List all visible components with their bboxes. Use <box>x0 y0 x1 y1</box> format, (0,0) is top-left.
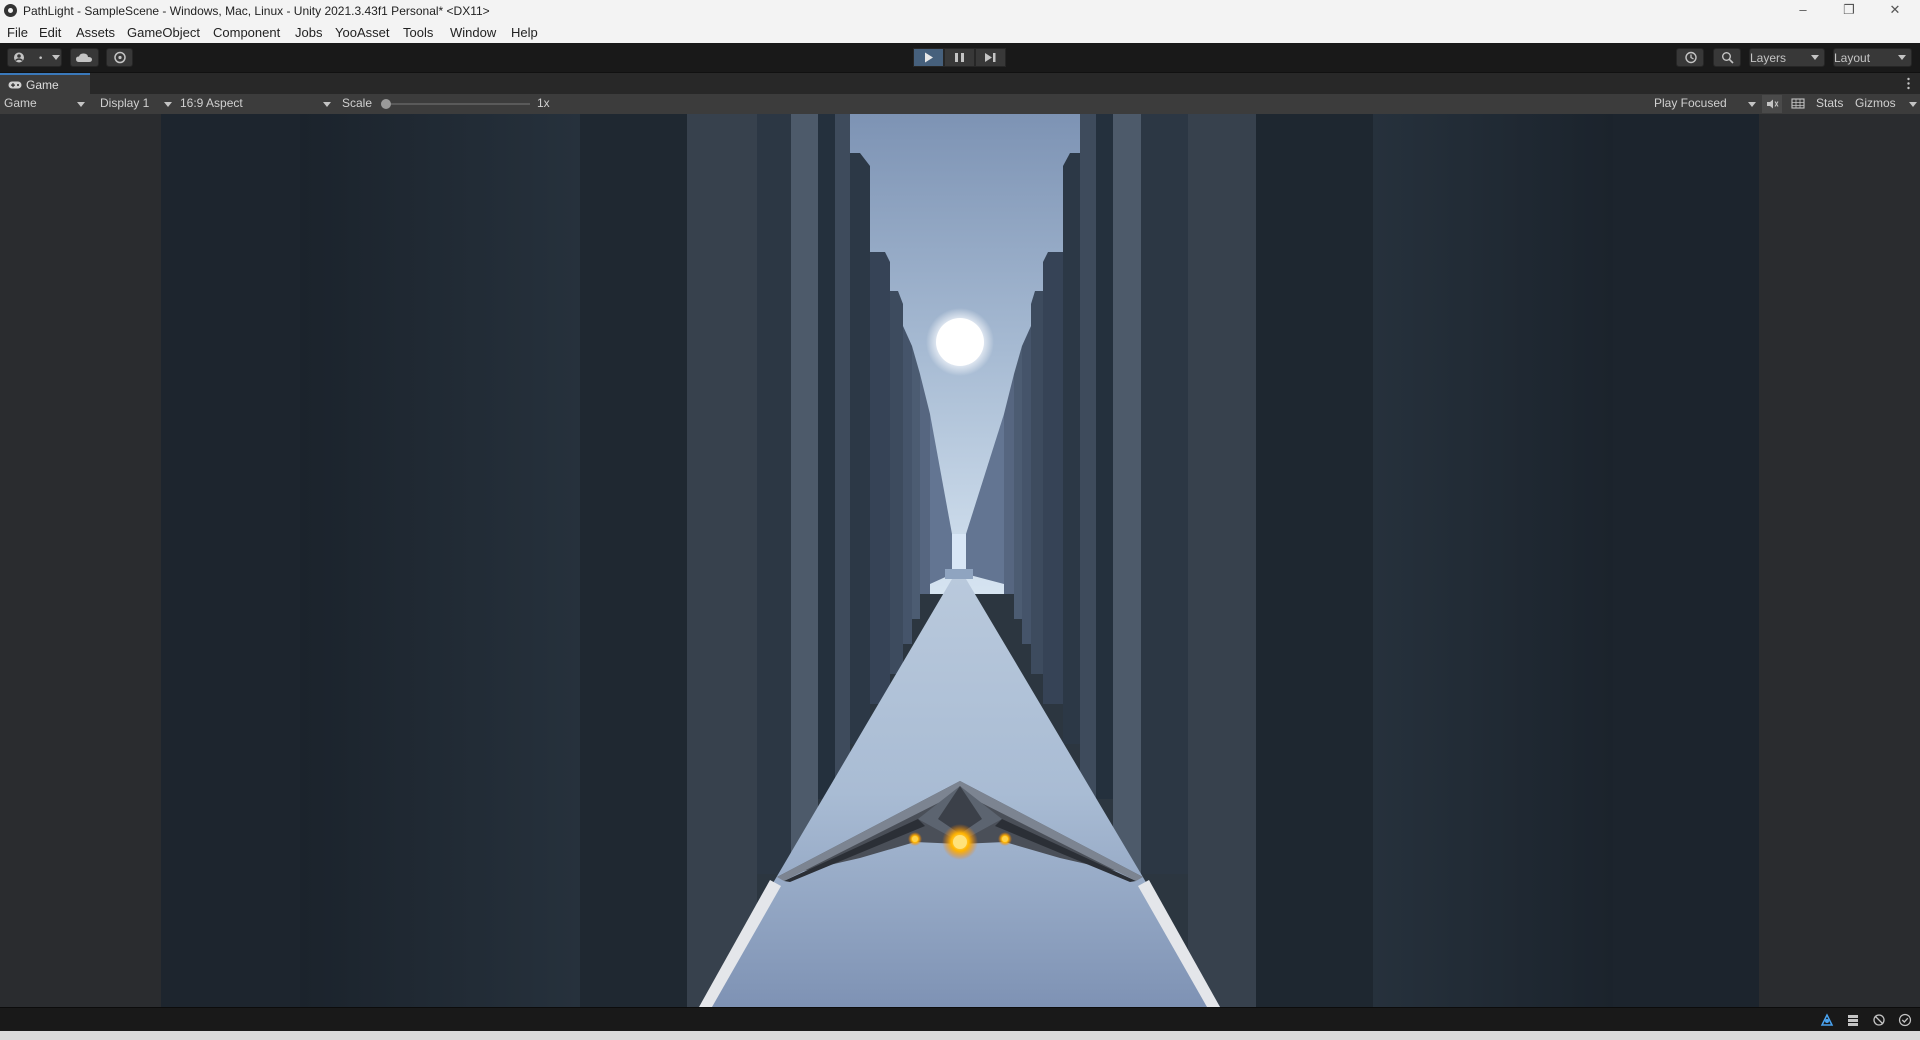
taskbar-strip <box>0 1031 1920 1040</box>
display-select-value: Display 1 <box>100 96 150 110</box>
scale-value: 1x <box>537 96 550 110</box>
gizmos-label: Gizmos <box>1855 96 1896 110</box>
main-toolbar: • Layers Layout <box>0 43 1920 72</box>
display-select[interactable]: Display 1 <box>96 94 175 114</box>
undo-history-button[interactable] <box>1676 48 1704 67</box>
debug-mode-icon[interactable] <box>1872 1013 1886 1027</box>
aspect-select[interactable]: 16:9 Aspect <box>176 94 334 114</box>
progress-spinner-icon[interactable] <box>1820 1013 1834 1027</box>
menu-bar: File Edit Assets GameObject Component Jo… <box>0 22 1920 44</box>
gizmos-dropdown[interactable]: Gizmos <box>1851 94 1920 114</box>
menu-component[interactable]: Component <box>213 25 280 40</box>
grid-icon <box>1791 98 1805 109</box>
display-grid-button[interactable] <box>1788 95 1808 113</box>
cache-server-icon[interactable] <box>1846 1013 1860 1027</box>
game-tab-strip: Game <box>0 72 1920 95</box>
status-bar <box>0 1007 1920 1032</box>
collab-icon <box>114 51 126 64</box>
layers-label: Layers <box>1750 51 1787 65</box>
title-bar: PathLight - SampleScene - Windows, Mac, … <box>0 0 1920 22</box>
play-mode-value: Play Focused <box>1654 96 1727 110</box>
play-mode-select[interactable]: Play Focused <box>1650 94 1758 114</box>
history-icon <box>1685 51 1697 64</box>
chevron-down-icon <box>164 102 172 107</box>
pause-button[interactable] <box>944 48 975 67</box>
collab-button[interactable] <box>106 48 133 67</box>
chevron-down-icon <box>1811 55 1819 60</box>
cloud-icon <box>76 53 92 62</box>
menu-window[interactable]: Window <box>450 25 496 40</box>
account-icon: • <box>14 52 60 64</box>
menu-edit[interactable]: Edit <box>39 25 61 40</box>
menu-assets[interactable]: Assets <box>76 25 115 40</box>
play-button[interactable] <box>913 48 944 67</box>
view-select[interactable]: Game <box>0 94 88 114</box>
game-render <box>0 114 1920 1007</box>
speaker-mute-icon <box>1767 99 1779 109</box>
unity-logo-icon <box>4 4 17 17</box>
account-dropdown[interactable]: • <box>7 48 62 67</box>
layout-label: Layout <box>1834 51 1871 65</box>
minimize-button[interactable]: – <box>1780 0 1826 22</box>
scale-label: Scale <box>342 96 373 110</box>
game-viewport[interactable] <box>0 114 1920 1007</box>
search-button[interactable] <box>1713 48 1741 67</box>
chevron-down-icon <box>1748 102 1756 107</box>
pause-icon <box>955 53 964 62</box>
menu-help[interactable]: Help <box>511 25 538 40</box>
window-title: PathLight - SampleScene - Windows, Mac, … <box>23 4 490 18</box>
menu-file[interactable]: File <box>7 25 28 40</box>
search-icon <box>1721 52 1734 64</box>
chevron-down-icon <box>77 102 85 107</box>
layout-dropdown[interactable]: Layout <box>1833 48 1912 67</box>
view-select-value: Game <box>4 96 37 110</box>
menu-tools[interactable]: Tools <box>403 25 433 40</box>
cloud-button[interactable] <box>70 48 99 67</box>
step-button[interactable] <box>975 48 1006 67</box>
restore-button[interactable]: ❐ <box>1826 0 1872 22</box>
menu-gameobject[interactable]: GameObject <box>127 25 200 40</box>
step-icon <box>985 53 996 62</box>
chevron-down-icon <box>323 102 331 107</box>
play-icon <box>925 52 933 63</box>
scale-slider-thumb[interactable] <box>381 99 391 109</box>
scale-slider-track[interactable] <box>382 103 530 105</box>
gamepad-icon <box>8 81 22 89</box>
menu-jobs[interactable]: Jobs <box>295 25 322 40</box>
chevron-down-icon <box>1898 55 1906 60</box>
layers-dropdown[interactable]: Layers <box>1749 48 1825 67</box>
svg-text:•: • <box>38 54 43 64</box>
mute-audio-button[interactable] <box>1762 95 1782 113</box>
close-button[interactable]: ✕ <box>1872 0 1918 22</box>
aspect-select-value: 16:9 Aspect <box>180 96 243 110</box>
chevron-down-icon <box>1909 102 1917 107</box>
tab-game-label: Game <box>26 78 59 92</box>
menu-yooasset[interactable]: YooAsset <box>335 25 389 40</box>
check-circle-icon[interactable] <box>1898 1013 1912 1027</box>
game-view-toolbar: Game Display 1 16:9 Aspect Scale 1x Play… <box>0 94 1920 115</box>
stats-button[interactable]: Stats <box>1816 96 1843 110</box>
more-options-icon[interactable] <box>1907 77 1910 90</box>
tab-game[interactable]: Game <box>0 73 90 95</box>
